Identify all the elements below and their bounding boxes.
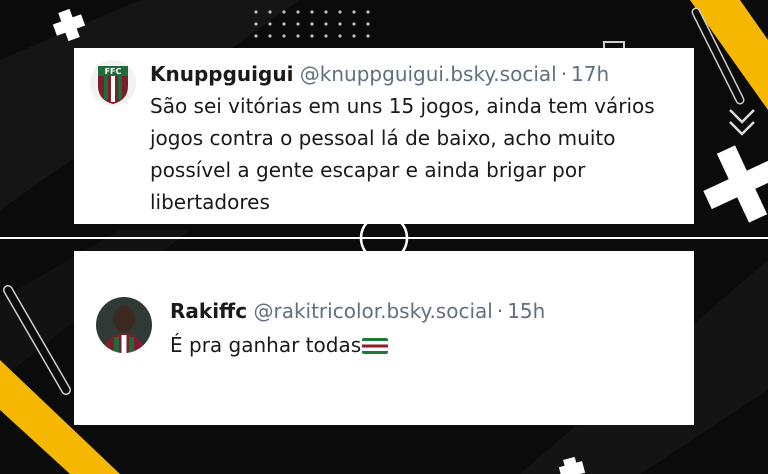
fluminense-crest-avatar[interactable]: FFC (90, 60, 136, 106)
separator-dot: · (560, 62, 568, 86)
chevron-decoration (729, 121, 755, 136)
post-time[interactable]: 15h (507, 299, 545, 323)
user-handle[interactable]: @rakitricolor.bsky.social (253, 299, 492, 323)
post-text-content: É pra ganhar todas (170, 333, 362, 357)
post-time[interactable]: 17h (571, 62, 609, 86)
player-photo-avatar[interactable] (96, 297, 152, 353)
user-handle[interactable]: @knuppguigui.bsky.social (300, 62, 557, 86)
svg-text:FFC: FFC (105, 67, 122, 76)
post-header: Rakiffc @rakitricolor.bsky.social · 15h (170, 299, 545, 323)
post-header: Knuppguigui @knuppguigui.bsky.social · 17h (150, 62, 609, 86)
fluminense-flag-emoji-icon (362, 338, 389, 354)
display-name[interactable]: Rakiffc (170, 299, 247, 323)
post-text: São sei vitórias em uns 15 jogos, ainda … (150, 94, 655, 214)
post-card[interactable]: Rakiffc @rakitricolor.bsky.social · 15h É … (74, 251, 694, 425)
separator-dot: · (496, 299, 504, 323)
chevron-decoration (729, 109, 755, 124)
post-text: É pra ganhar todas (170, 329, 670, 361)
post-card[interactable]: FFC Knuppguigui @knuppguigui.bsky.social… (74, 48, 694, 224)
display-name[interactable]: Knuppguigui (150, 62, 293, 86)
plus-icon (703, 145, 768, 223)
